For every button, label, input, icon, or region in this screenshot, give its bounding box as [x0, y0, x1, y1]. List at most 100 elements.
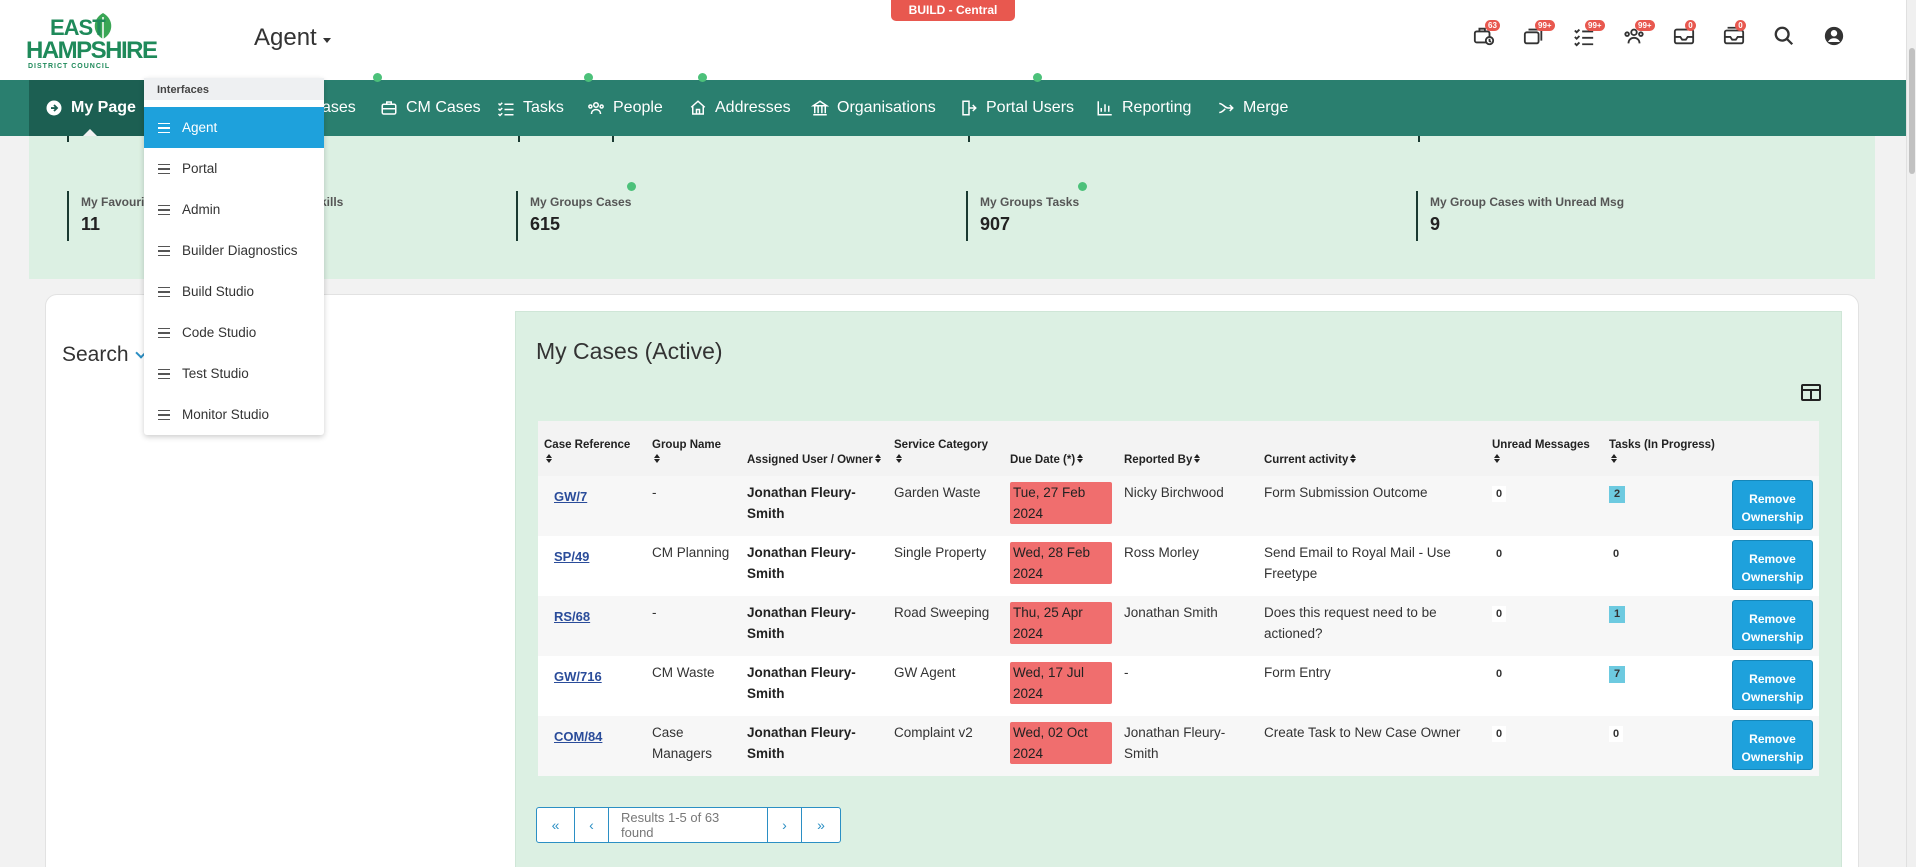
remove-ownership-button[interactable]: Remove Ownership — [1732, 720, 1813, 770]
merge-arrow-icon — [1219, 102, 1234, 114]
cell-category: Garden Waste — [894, 485, 981, 500]
group-users-icon[interactable]: 99+ — [1620, 20, 1655, 50]
scrollbar-thumb[interactable] — [1909, 48, 1915, 174]
stat-my-groups-tasks[interactable]: My Groups Tasks 907 — [966, 191, 1079, 241]
first-page-button[interactable]: « — [537, 808, 575, 842]
last-page-button[interactable]: » — [802, 808, 840, 842]
tasks-icon — [497, 102, 514, 117]
nav-cases[interactable]: ases — [322, 80, 356, 136]
col-group-name[interactable]: Group Name — [646, 421, 741, 476]
interface-switcher[interactable]: Agent — [254, 24, 331, 52]
table-row: GW/7 - Jonathan Fleury-Smith Garden Wast… — [538, 476, 1819, 536]
case-link[interactable]: GW/716 — [544, 666, 602, 687]
cell-category: Road Sweeping — [894, 605, 990, 620]
menu-lines-icon — [158, 327, 170, 338]
search-icon[interactable] — [1770, 22, 1798, 50]
cases-table: Case Reference Group Name Assigned User … — [538, 421, 1819, 776]
menu-item-admin[interactable]: Admin — [144, 189, 324, 230]
cell-reported: Jonathan Fleury-Smith — [1124, 725, 1226, 761]
cell-ref: GW/7 — [538, 476, 646, 536]
case-link[interactable]: GW/7 — [544, 486, 587, 507]
col-due-date[interactable]: Due Date (*) — [1004, 421, 1118, 476]
user-account-icon[interactable] — [1820, 22, 1848, 50]
menu-item-agent[interactable]: Agent — [144, 107, 324, 148]
group-users-count: 99+ — [1635, 20, 1655, 31]
nav-people[interactable]: People — [587, 80, 663, 136]
group-inbox-icon[interactable]: 0 — [1720, 20, 1748, 50]
due-date-badge: Thu, 25 Apr 2024 — [1010, 602, 1112, 644]
multi-case-count: 99+ — [1535, 20, 1555, 31]
multi-case-icon[interactable]: 99+ — [1520, 20, 1555, 50]
menu-item-label: Builder Diagnostics — [182, 243, 298, 258]
remove-ownership-button[interactable]: Remove Ownership — [1732, 540, 1813, 590]
bar-chart-icon — [1097, 101, 1112, 116]
page-scrollbar[interactable] — [1906, 0, 1916, 867]
case-link[interactable]: SP/49 — [544, 546, 589, 567]
stat-value: 9 — [1430, 214, 1441, 234]
col-unread-messages[interactable]: Unread Messages — [1486, 421, 1603, 476]
cell-ref: COM/84 — [538, 716, 646, 776]
nav-organisations[interactable]: Organisations — [811, 80, 936, 136]
stat-my-groups-cases[interactable]: My Groups Cases 615 — [516, 191, 631, 241]
col-tasks-in-progress[interactable]: Tasks (In Progress) — [1603, 421, 1726, 476]
loading-dot — [1033, 73, 1042, 82]
nav-reporting[interactable]: Reporting — [1096, 80, 1191, 136]
nav-tasks[interactable]: Tasks — [497, 80, 564, 136]
cell-tasks: 7 — [1603, 656, 1726, 716]
prev-page-button[interactable]: ‹ — [575, 808, 609, 842]
case-link[interactable]: COM/84 — [544, 726, 602, 747]
loading-dot — [584, 73, 593, 82]
nav-cm-cases[interactable]: CM Cases — [380, 80, 481, 136]
due-date-badge: Wed, 28 Feb 2024 — [1010, 542, 1112, 584]
inbox-icon[interactable]: 0 — [1670, 20, 1698, 50]
council-logo[interactable]: EAST HAMPSHIRE DISTRICT COUNCIL — [26, 11, 158, 71]
menu-item-test-studio[interactable]: Test Studio — [144, 353, 324, 394]
stat-my-favourites[interactable]: My Favouri 11 — [67, 191, 144, 241]
case-link[interactable]: RS/68 — [544, 606, 590, 627]
nav-portal-users[interactable]: Portal Users — [960, 80, 1074, 136]
col-current-activity[interactable]: Current activity — [1258, 421, 1486, 476]
menu-item-builder-diagnostics[interactable]: Builder Diagnostics — [144, 230, 324, 271]
logo-text-council: DISTRICT COUNCIL — [28, 63, 111, 70]
tasks-count: 1 — [1609, 606, 1626, 623]
unread-count: 0 — [1492, 606, 1507, 622]
task-list-count: 99+ — [1585, 20, 1605, 31]
task-list-icon[interactable]: 99+ — [1570, 20, 1605, 50]
tasks-count: 7 — [1609, 666, 1626, 683]
cell-action: Remove Ownership — [1726, 536, 1819, 596]
search-label: Search — [62, 343, 129, 366]
cell-activity: Create Task to New Case Owner — [1264, 725, 1461, 740]
menu-item-build-studio[interactable]: Build Studio — [144, 271, 324, 312]
search-toggle[interactable]: Search — [62, 343, 147, 367]
case-alert-icon[interactable]: 63 — [1470, 20, 1500, 50]
remove-ownership-button[interactable]: Remove Ownership — [1732, 660, 1813, 710]
sort-icon — [1077, 454, 1084, 463]
loading-dot — [1078, 182, 1087, 191]
group-inbox-count: 0 — [1735, 20, 1746, 31]
nav-tasks-label: Tasks — [523, 99, 564, 116]
nav-addresses[interactable]: Addresses — [689, 80, 791, 136]
col-service-category[interactable]: Service Category — [888, 421, 1004, 476]
col-case-reference[interactable]: Case Reference — [538, 421, 646, 476]
menu-item-monitor-studio[interactable]: Monitor Studio — [144, 394, 324, 435]
sort-icon — [1611, 454, 1617, 463]
stat-value: 907 — [980, 214, 1011, 234]
stat-divider — [968, 136, 970, 142]
caret-down-icon — [322, 37, 331, 43]
remove-ownership-button[interactable]: Remove Ownership — [1732, 480, 1813, 530]
menu-item-portal[interactable]: Portal — [144, 148, 324, 189]
table-header-row: Case Reference Group Name Assigned User … — [538, 421, 1819, 476]
col-assigned-user[interactable]: Assigned User / Owner — [741, 421, 888, 476]
stat-value: 11 — [81, 214, 101, 234]
col-reported-by[interactable]: Reported By — [1118, 421, 1258, 476]
house-icon — [690, 100, 706, 115]
menu-item-code-studio[interactable]: Code Studio — [144, 312, 324, 353]
nav-merge[interactable]: Merge — [1217, 80, 1288, 136]
cell-unread: 0 — [1486, 656, 1603, 716]
next-page-button[interactable]: › — [768, 808, 802, 842]
due-date-badge: Wed, 02 Oct 2024 — [1010, 722, 1112, 764]
remove-ownership-button[interactable]: Remove Ownership — [1732, 600, 1813, 650]
column-layout-icon[interactable] — [1801, 384, 1821, 401]
stat-group-unread[interactable]: My Group Cases with Unread Msg 9 — [1416, 191, 1624, 241]
nav-my-page[interactable]: My Page — [29, 80, 152, 137]
